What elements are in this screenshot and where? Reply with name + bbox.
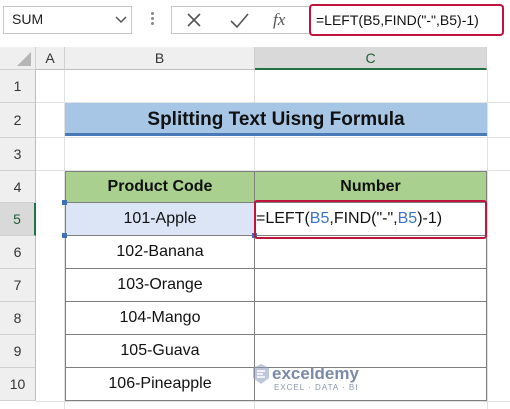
product-code-cell[interactable]: 101-Apple: [65, 202, 255, 236]
product-code-cell[interactable]: 105-Guava: [65, 334, 255, 368]
column-header-b[interactable]: B: [65, 47, 255, 70]
selection-handle[interactable]: [62, 200, 67, 205]
select-all-corner[interactable]: [0, 47, 36, 70]
row-header-8[interactable]: 8: [0, 302, 36, 335]
row-header-5[interactable]: 5: [0, 203, 36, 236]
row-header-1[interactable]: 1: [0, 70, 36, 103]
product-code-cell[interactable]: 102-Banana: [65, 235, 255, 269]
gridline: [36, 401, 510, 402]
formula-input[interactable]: =LEFT(B5,FIND("-",B5)-1): [309, 4, 504, 36]
gridline: [487, 70, 488, 409]
title-cell[interactable]: Splitting Text Uisng Formula: [65, 103, 487, 136]
row-header-3[interactable]: 3: [0, 138, 36, 171]
fx-label: fx: [273, 10, 286, 29]
row-header-10[interactable]: 10: [0, 368, 36, 401]
header-product-code[interactable]: Product Code: [65, 171, 255, 203]
row-header-6[interactable]: 6: [0, 236, 36, 269]
row-header-9[interactable]: 9: [0, 335, 36, 368]
product-code-cell[interactable]: 104-Mango: [65, 301, 255, 335]
row-header-4[interactable]: 4: [0, 171, 36, 203]
header-number[interactable]: Number: [254, 171, 487, 203]
watermark-tagline: EXCEL · DATA · BI: [274, 383, 359, 392]
watermark-brand: exceldemy: [272, 364, 359, 383]
selection-handle[interactable]: [62, 233, 67, 238]
column-header-a[interactable]: A: [36, 47, 65, 70]
chevron-down-icon[interactable]: [111, 6, 131, 34]
column-header-c[interactable]: C: [255, 47, 487, 70]
grip-icon[interactable]: [150, 10, 154, 30]
product-code-cell[interactable]: 106-Pineapple: [65, 367, 255, 401]
number-cell[interactable]: [254, 268, 487, 302]
row-header-7[interactable]: 7: [0, 269, 36, 302]
product-code-cell[interactable]: 103-Orange: [65, 268, 255, 302]
insert-function-button[interactable]: fx: [270, 7, 296, 33]
gridline: [36, 137, 510, 138]
cancel-button[interactable]: [181, 7, 207, 33]
active-formula-cell[interactable]: =LEFT(B5,FIND("-",B5)-1): [254, 200, 487, 239]
check-icon: [230, 13, 249, 29]
enter-button[interactable]: [226, 7, 252, 33]
number-cell[interactable]: [254, 301, 487, 335]
close-icon: [187, 13, 201, 27]
row-header-2[interactable]: 2: [0, 103, 36, 138]
number-cell[interactable]: [254, 235, 487, 269]
